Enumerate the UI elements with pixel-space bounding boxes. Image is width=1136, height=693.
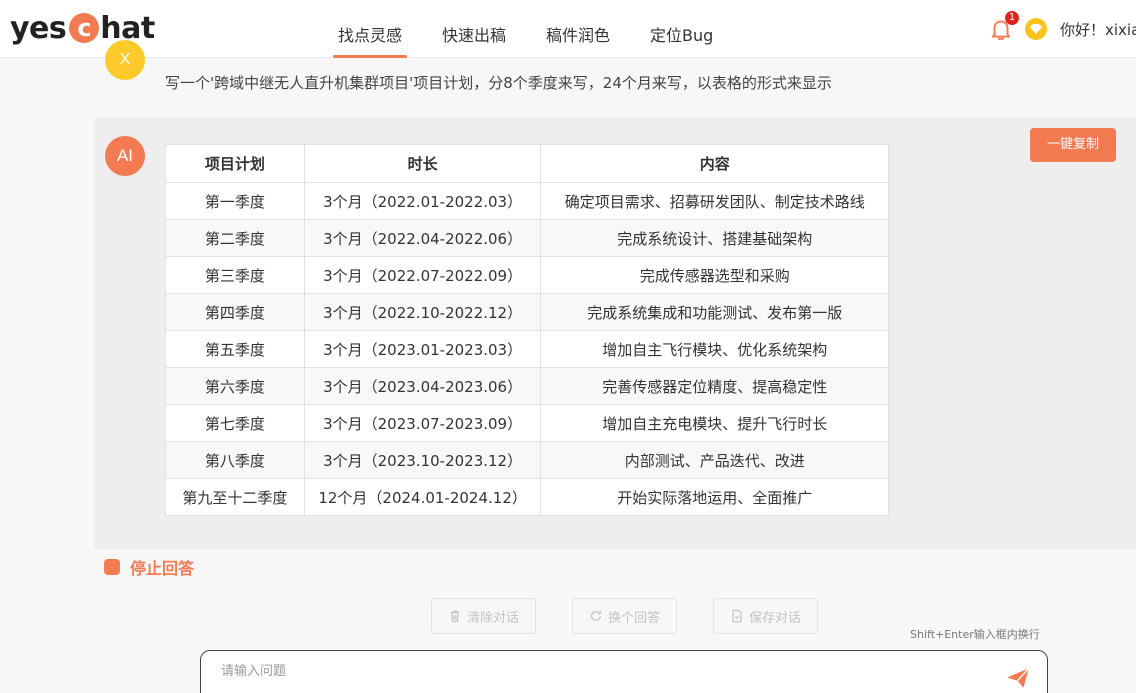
table-row: 第五季度 3个月（2023.01-2023.03） 增加自主飞行模块、优化系统架…: [165, 330, 889, 368]
regenerate-label: 换个回答: [607, 610, 660, 626]
user-avatar: X: [105, 40, 145, 80]
user-message-text: 写一个'跨域中继无人直升机集群项目'项目计划，分8个季度来写，24个月来写，以表…: [165, 74, 832, 92]
header-plan: 项目计划: [165, 144, 305, 183]
logo-text-left: yes: [10, 10, 67, 46]
cell-plan: 第三季度: [165, 256, 305, 294]
table-row: 第三季度 3个月（2022.07-2022.09） 完成传感器选型和采购: [165, 256, 889, 294]
notification-count-badge: 1: [1005, 11, 1019, 25]
header-content: 内容: [540, 144, 889, 183]
cell-plan: 第七季度: [165, 404, 305, 442]
cell-plan: 第六季度: [165, 367, 305, 405]
user-area: 1 你好！xixia: [988, 0, 1136, 58]
cell-content: 完成系统设计、搭建基础架构: [540, 219, 889, 257]
newline-hint: Shift+Enter输入框内换行: [910, 628, 1040, 641]
tab-quick-draft[interactable]: 快速出稿: [422, 0, 526, 58]
stop-answer-label: 停止回答: [130, 559, 195, 578]
save-document-icon: [732, 609, 742, 623]
cell-duration: 3个月（2022.07-2022.09）: [303, 256, 542, 294]
project-plan-table: 项目计划 时长 内容 第一季度 3个月（2022.01-2022.03） 确定项…: [165, 144, 889, 516]
table-row: 第四季度 3个月（2022.10-2022.12） 完成系统集成和功能测试、发布…: [165, 293, 889, 331]
cell-duration: 3个月（2023.10-2023.12）: [303, 441, 542, 479]
cell-plan: 第一季度: [165, 182, 305, 220]
cell-content: 开始实际落地运用、全面推广: [540, 478, 889, 516]
stop-answer-button[interactable]: 停止回答: [104, 557, 195, 578]
cell-content: 完善传感器定位精度、提高稳定性: [540, 367, 889, 405]
clear-conversation-label: 清除对话: [466, 610, 519, 626]
copy-all-button[interactable]: 一键复制: [1030, 128, 1116, 162]
table-row: 第八季度 3个月（2023.10-2023.12） 内部测试、产品迭代、改进: [165, 441, 889, 479]
cell-plan: 第五季度: [165, 330, 305, 368]
cell-duration: 3个月（2023.07-2023.09）: [303, 404, 542, 442]
cell-content: 增加自主充电模块、提升飞行时长: [540, 404, 889, 442]
question-input-box: [200, 650, 1048, 693]
cell-content: 完成系统集成和功能测试、发布第一版: [540, 293, 889, 331]
ai-avatar: AI: [105, 136, 145, 176]
save-conversation-button[interactable]: 保存对话: [713, 598, 818, 634]
cell-duration: 3个月（2023.04-2023.06）: [303, 367, 542, 405]
trash-icon: [450, 610, 460, 622]
cell-content: 确定项目需求、招募研发团队、制定技术路线: [540, 182, 889, 220]
greeting-text[interactable]: 你好！xixia: [1060, 19, 1136, 40]
notification-bell-icon[interactable]: 1: [988, 11, 1019, 42]
vip-diamond-icon[interactable]: [1024, 17, 1048, 41]
tab-find-bug[interactable]: 定位Bug: [630, 0, 733, 58]
cell-duration: 12个月（2024.01-2024.12）: [303, 478, 542, 516]
cell-plan: 第八季度: [165, 441, 305, 479]
header-duration: 时长: [303, 144, 542, 183]
question-input[interactable]: [221, 664, 981, 679]
clear-conversation-button[interactable]: 清除对话: [431, 598, 536, 634]
cell-duration: 3个月（2022.10-2022.12）: [303, 293, 542, 331]
table-row: 第一季度 3个月（2022.01-2022.03） 确定项目需求、招募研发团队、…: [165, 182, 889, 220]
cell-plan: 第四季度: [165, 293, 305, 331]
stop-icon: [104, 559, 120, 575]
top-bar: yes c hat 找点灵感 快速出稿 稿件润色 定位Bug 1 你好！xixi…: [0, 0, 1136, 58]
table-header-row: 项目计划 时长 内容: [165, 144, 889, 183]
main-nav: 找点灵感 快速出稿 稿件润色 定位Bug: [318, 0, 733, 58]
cell-duration: 3个月（2022.01-2022.03）: [303, 182, 542, 220]
tab-inspiration[interactable]: 找点灵感: [318, 0, 422, 58]
cell-content: 内部测试、产品迭代、改进: [540, 441, 889, 479]
cell-content: 增加自主飞行模块、优化系统架构: [540, 330, 889, 368]
cell-content: 完成传感器选型和采购: [540, 256, 889, 294]
regenerate-button[interactable]: 换个回答: [572, 598, 677, 634]
cell-plan: 第二季度: [165, 219, 305, 257]
cell-duration: 3个月（2022.04-2022.06）: [303, 219, 542, 257]
table-row: 第九至十二季度 12个月（2024.01-2024.12） 开始实际落地运用、全…: [165, 478, 889, 516]
tab-polish[interactable]: 稿件润色: [526, 0, 630, 58]
table-row: 第六季度 3个月（2023.04-2023.06） 完善传感器定位精度、提高稳定…: [165, 367, 889, 405]
cell-duration: 3个月（2023.01-2023.03）: [303, 330, 542, 368]
table-row: 第二季度 3个月（2022.04-2022.06） 完成系统设计、搭建基础架构: [165, 219, 889, 257]
table-row: 第七季度 3个月（2023.07-2023.09） 增加自主充电模块、提升飞行时…: [165, 404, 889, 442]
refresh-icon: [591, 610, 601, 621]
cell-plan: 第九至十二季度: [165, 478, 305, 516]
logo-badge: c: [69, 13, 100, 43]
send-icon[interactable]: [1005, 665, 1031, 691]
save-conversation-label: 保存对话: [748, 610, 801, 626]
